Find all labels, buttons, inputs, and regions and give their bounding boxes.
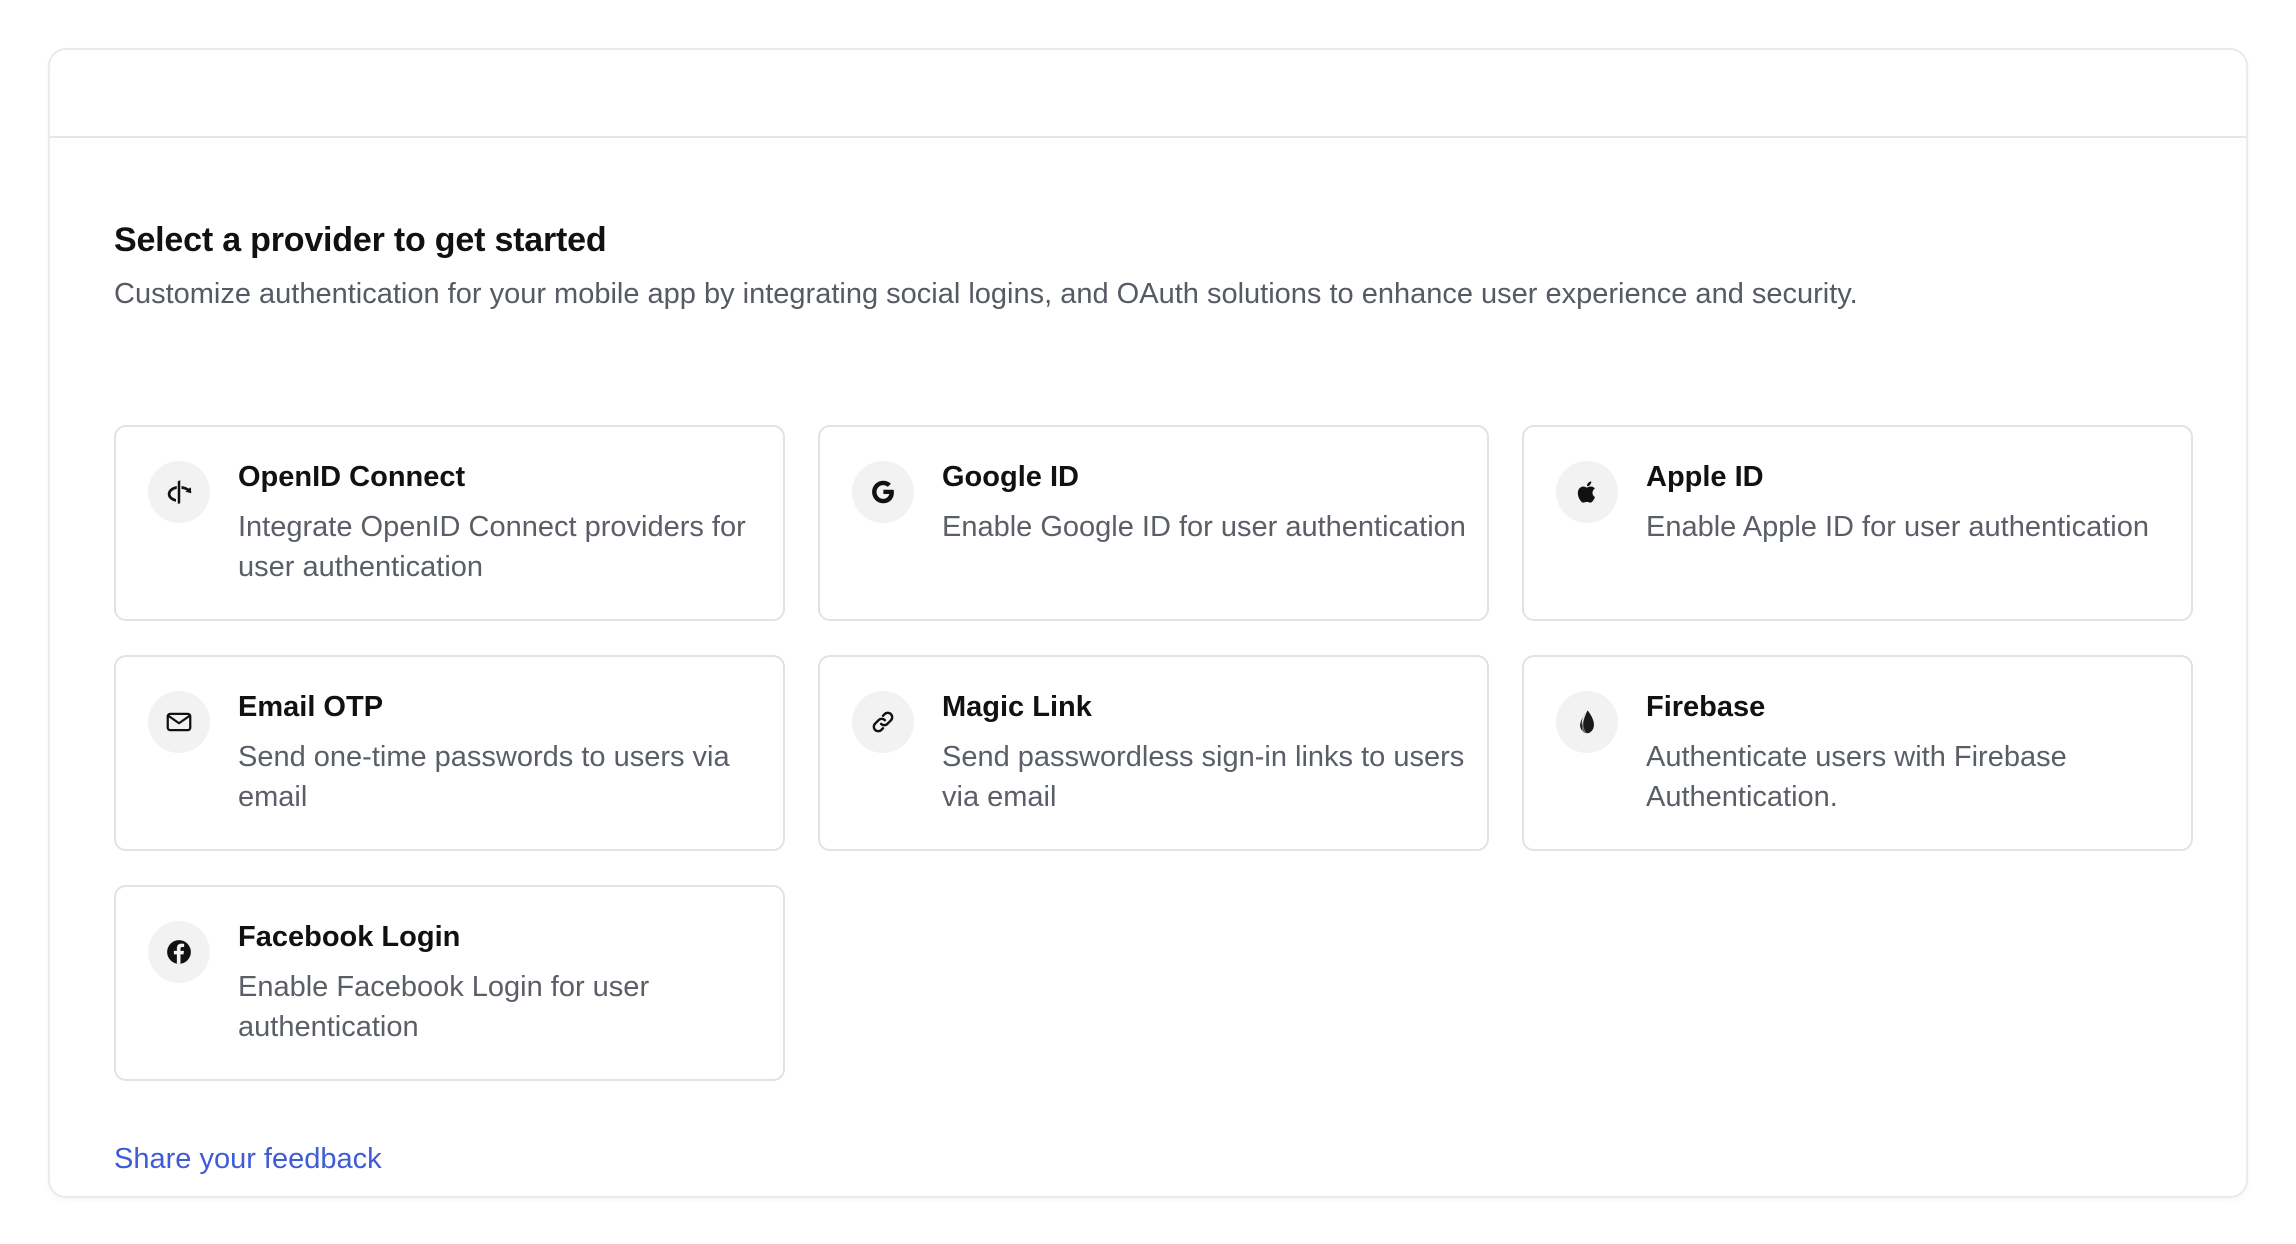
provider-description: Enable Apple ID for user authentication <box>1646 511 2149 543</box>
panel-header <box>50 50 2246 138</box>
provider-title: OpenID Connect <box>238 461 466 493</box>
link-icon <box>852 691 914 753</box>
provider-title: Apple ID <box>1646 461 1764 493</box>
provider-description: Enable Google ID for user authentication <box>942 511 1466 543</box>
provider-title: Magic Link <box>942 691 1092 723</box>
mail-icon <box>148 691 210 753</box>
provider-card-google-id[interactable]: Google ID Enable Google ID for user auth… <box>818 425 1489 621</box>
share-feedback-link[interactable]: Share your feedback <box>114 1143 382 1176</box>
apple-icon <box>1556 461 1618 523</box>
auth-providers-panel: Select a provider to get started Customi… <box>48 48 2248 1198</box>
provider-title: Google ID <box>942 461 1079 493</box>
page-subtitle: Customize authentication for your mobile… <box>114 278 1858 310</box>
provider-description: Integrate OpenID Connect providers for u… <box>238 511 746 583</box>
provider-title: Facebook Login <box>238 921 461 953</box>
provider-card-facebook-login[interactable]: Facebook Login Enable Facebook Login for… <box>114 885 785 1081</box>
provider-title: Firebase <box>1646 691 1766 723</box>
provider-card-magic-link[interactable]: Magic Link Send passwordless sign-in lin… <box>818 655 1489 851</box>
provider-card-firebase[interactable]: Firebase Authenticate users with Firebas… <box>1522 655 2193 851</box>
openid-icon <box>148 461 210 523</box>
panel-body: Select a provider to get started Customi… <box>114 138 2193 1196</box>
provider-card-openid-connect[interactable]: OpenID Connect Integrate OpenID Connect … <box>114 425 785 621</box>
google-icon <box>852 461 914 523</box>
provider-description: Enable Facebook Login for user authentic… <box>238 971 650 1043</box>
provider-description: Send one-time passwords to users via ema… <box>238 741 730 813</box>
provider-description: Send passwordless sign-in links to users… <box>942 741 1465 813</box>
provider-card-email-otp[interactable]: Email OTP Send one-time passwords to use… <box>114 655 785 851</box>
firebase-icon <box>1556 691 1618 753</box>
facebook-icon <box>148 921 210 983</box>
provider-description: Authenticate users with Firebase Authent… <box>1646 741 2067 813</box>
provider-title: Email OTP <box>238 691 384 723</box>
page-title: Select a provider to get started <box>114 221 607 259</box>
provider-card-apple-id[interactable]: Apple ID Enable Apple ID for user authen… <box>1522 425 2193 621</box>
